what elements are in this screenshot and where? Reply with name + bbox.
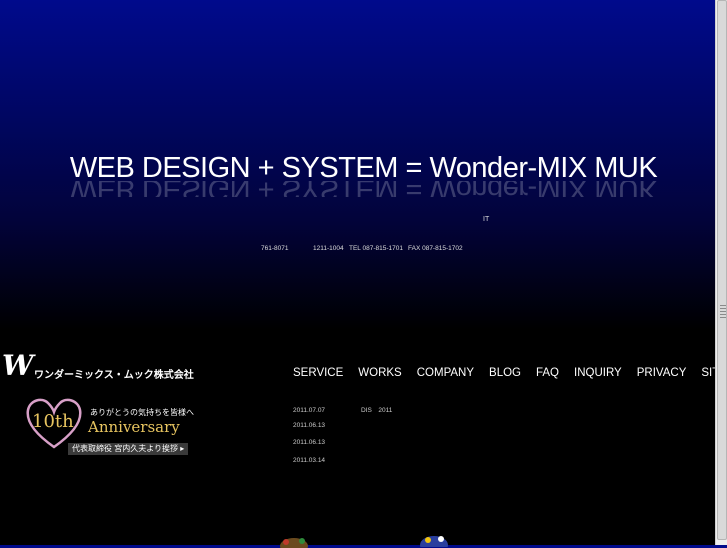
- mascot-illustration-left: [280, 538, 308, 548]
- contact-postal: 761-8071: [261, 245, 289, 252]
- news-text: DIS 2011: [361, 407, 393, 414]
- news-list: 2011.07.07 DIS 2011 2011.06.13 2011.06.13…: [293, 404, 392, 474]
- scrollbar-thumb[interactable]: [717, 0, 727, 540]
- main-nav: SERVICE WORKS COMPANY BLOG FAQ INQUIRY P…: [293, 367, 727, 379]
- anniversary-banner[interactable]: 10th ありがとうの気持ちを皆様へ Anniversary 代表取締役 宮内久…: [24, 395, 194, 457]
- company-logo[interactable]: W ワンダーミックス・ムック株式会社: [2, 349, 194, 382]
- news-item[interactable]: 2011.06.13: [293, 439, 392, 457]
- nav-works[interactable]: WORKS: [358, 367, 401, 379]
- nav-inquiry[interactable]: INQUIRY: [574, 367, 622, 379]
- president-greeting-button[interactable]: 代表取締役 宮内久夫より挨拶 ▸: [68, 443, 188, 455]
- scrollbar-grip-icon: [720, 305, 726, 319]
- nav-service[interactable]: SERVICE: [293, 367, 343, 379]
- nav-faq[interactable]: FAQ: [536, 367, 559, 379]
- anniversary-subtitle: ありがとうの気持ちを皆様へ: [90, 408, 194, 417]
- news-item[interactable]: 2011.07.07 DIS 2011: [293, 404, 392, 422]
- news-item[interactable]: 2011.03.14: [293, 457, 392, 475]
- nav-privacy[interactable]: PRIVACY: [637, 367, 687, 379]
- nav-company[interactable]: COMPANY: [417, 367, 474, 379]
- news-date: 2011.07.07: [293, 407, 326, 414]
- vertical-scrollbar[interactable]: [715, 0, 727, 545]
- contact-fax: FAX 087-815-1702: [408, 245, 463, 252]
- anniversary-ten: 10th: [32, 411, 74, 432]
- it-label: IT: [483, 216, 490, 223]
- news-date: 2011.03.14: [293, 456, 326, 464]
- anniversary-title: Anniversary: [88, 418, 180, 436]
- news-date: 2011.06.13: [293, 439, 326, 446]
- contact-address: 1211-1004: [313, 245, 344, 252]
- company-name: ワンダーミックス・ムック株式会社: [34, 370, 194, 381]
- news-date: 2011.06.13: [293, 421, 326, 429]
- hero-headline-reflection: WEB DESIGN + SYSTEM = Wonder-MIX MUK: [69, 181, 658, 197]
- contact-tel: TEL 087-815-1701: [349, 245, 403, 252]
- nav-blog[interactable]: BLOG: [489, 367, 521, 379]
- logo-mark: W: [2, 349, 34, 382]
- news-item[interactable]: 2011.06.13: [293, 422, 392, 440]
